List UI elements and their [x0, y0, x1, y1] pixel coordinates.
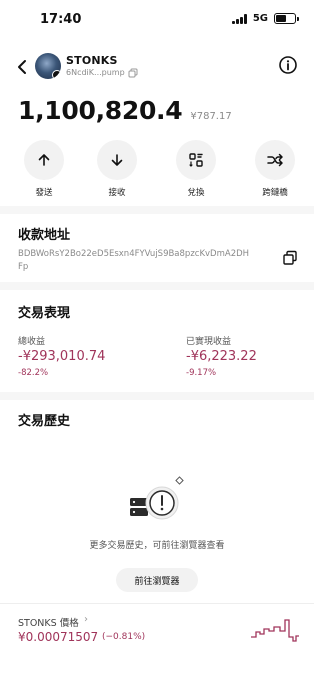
battery-icon — [274, 13, 299, 24]
receive-button[interactable]: 接收 — [87, 140, 147, 198]
fiat-balance: ¥787.17 — [190, 111, 232, 122]
open-explorer-button[interactable]: 前往瀏覽器 — [116, 568, 198, 592]
token-name: STONKS — [66, 54, 118, 67]
token-balance: 1,100,820.4 — [18, 96, 183, 125]
price-change: (−0.81%) — [102, 632, 146, 642]
performance-title: 交易表現 — [18, 306, 71, 321]
token-header: STONKS 6NcdiK...pump — [0, 50, 314, 86]
action-buttons: 發送 接收 兌換 跨鏈橋 — [0, 140, 314, 200]
price-label[interactable]: STONKS 價格 — [18, 615, 79, 629]
token-avatar — [35, 53, 61, 79]
empty-history-text: 更多交易歷史，可前往瀏覽器查看 — [89, 541, 225, 551]
copy-contract-icon[interactable] — [128, 68, 138, 78]
total-pnl-label: 總收益 — [18, 337, 46, 347]
arrow-down-icon — [111, 154, 123, 166]
send-label: 發送 — [35, 188, 53, 198]
bridge-label: 跨鏈橋 — [262, 188, 288, 198]
section-divider — [0, 392, 314, 400]
info-icon[interactable] — [278, 55, 298, 75]
receive-address-title: 收款地址 — [18, 228, 71, 243]
bridge-icon — [267, 153, 283, 167]
section-divider — [0, 206, 314, 214]
status-indicators: 5G — [232, 13, 299, 24]
total-pnl-percent: -82.2% — [18, 368, 49, 378]
bridge-button[interactable]: 跨鏈橋 — [245, 140, 305, 198]
receive-label: 接收 — [108, 188, 126, 198]
total-pnl-value: -¥293,010.74 — [18, 349, 106, 364]
network-label: 5G — [252, 13, 268, 24]
balance-row: 1,100,820.4 ¥787.17 — [18, 96, 232, 125]
section-divider — [0, 282, 314, 290]
send-button[interactable]: 發送 — [14, 140, 74, 198]
swap-label: 兌換 — [187, 188, 205, 198]
chevron-right-icon[interactable]: › — [84, 614, 88, 625]
status-time: 17:40 — [40, 12, 82, 27]
token-contract-address: 6NcdiK...pump — [66, 68, 125, 77]
price-sparkline — [251, 619, 299, 642]
section-divider — [0, 603, 314, 604]
empty-history-icon — [130, 476, 184, 520]
realized-pnl-label: 已實現收益 — [186, 337, 232, 347]
price-value: ¥0.00071507 — [18, 630, 99, 644]
receive-address: BDBWoRsY2Bo22eD5Esxn4FYVujS9Ba8pzcKvDmA2… — [18, 249, 250, 272]
swap-button[interactable]: 兌換 — [166, 140, 226, 198]
arrow-up-icon — [38, 154, 50, 166]
back-icon[interactable] — [12, 56, 34, 78]
chain-badge-icon — [52, 70, 61, 79]
swap-icon — [189, 153, 203, 167]
realized-pnl-value: -¥6,223.22 — [186, 349, 257, 364]
signal-icon — [232, 13, 247, 24]
history-title: 交易歷史 — [18, 414, 71, 429]
copy-icon[interactable] — [282, 250, 298, 266]
status-bar: 17:40 5G — [0, 0, 314, 40]
realized-pnl-percent: -9.17% — [186, 368, 217, 378]
